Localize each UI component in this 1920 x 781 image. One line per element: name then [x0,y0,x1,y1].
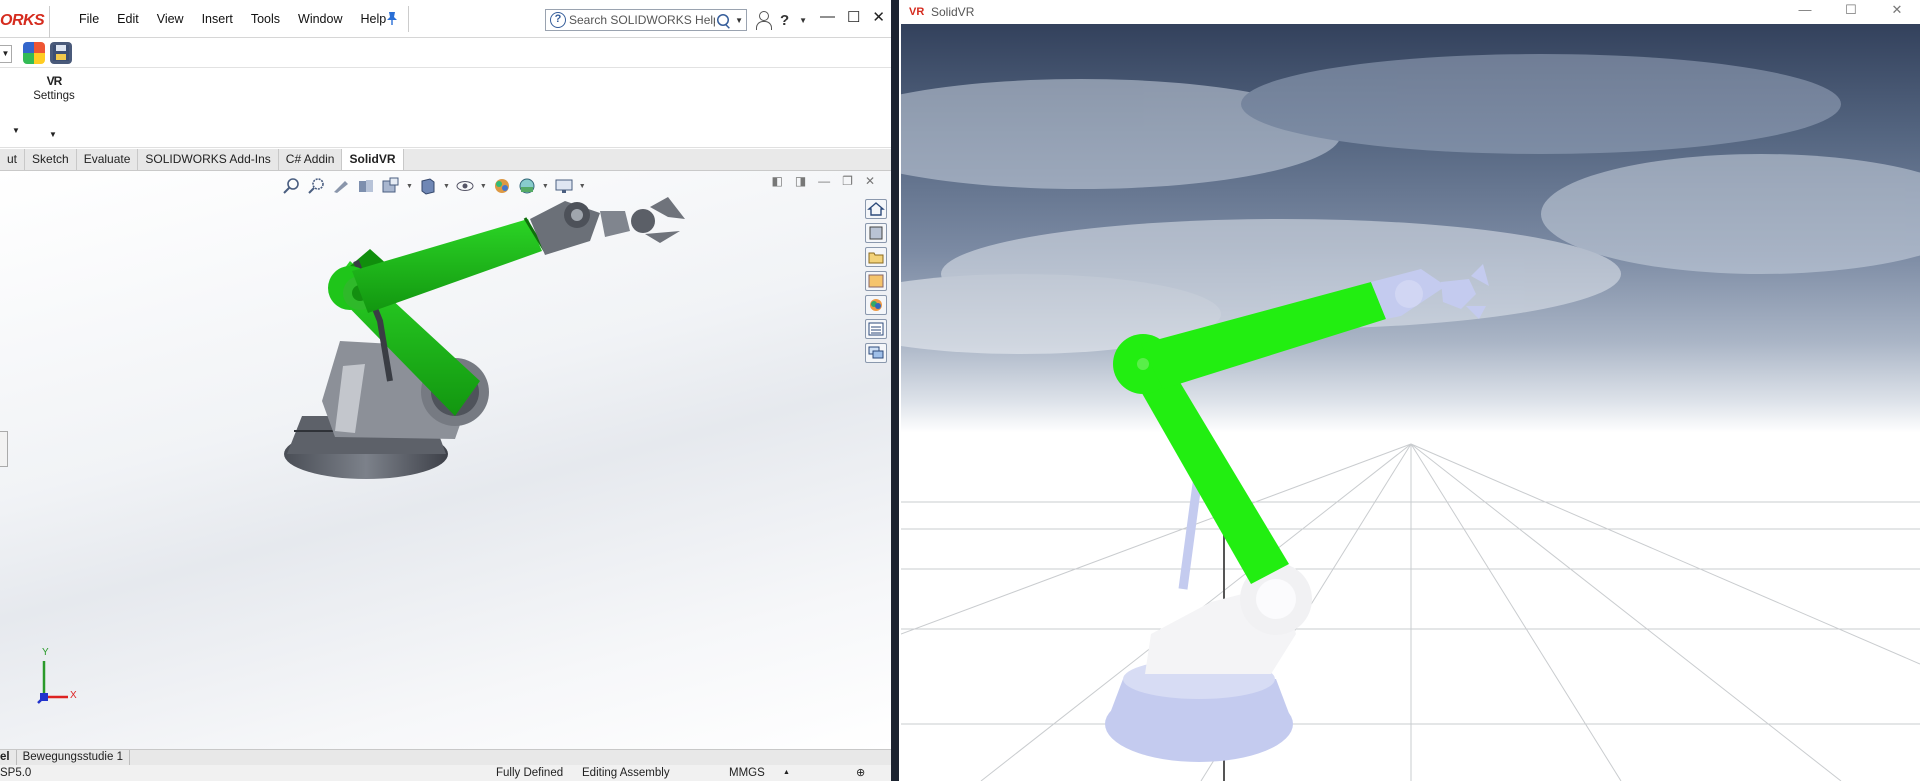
solidvr-title: SolidVR [931,5,975,19]
menu-edit[interactable]: Edit [108,12,148,26]
graphics-area[interactable]: ▼ ▼ ▼ ▼ ▼ ◧ ◨ — ❐ ✕ Y X [0,171,891,749]
tab-solidworks-addins[interactable]: SOLIDWORKS Add-Ins [138,149,279,170]
save-icon[interactable] [50,42,72,64]
solidvr-window-controls: — ☐ ✕ [1782,0,1920,22]
top-right-tools: ? ▼ [756,9,807,31]
tab-features[interactable]: ut [0,149,26,170]
tab-evaluate[interactable]: Evaluate [76,149,139,170]
vr-settings-button[interactable]: VR Settings [28,74,80,102]
help-icon[interactable]: ? [780,12,789,29]
version-label: SP5.0 [0,767,32,779]
minimize-icon[interactable]: — [820,8,835,26]
customize-status-icon[interactable]: ⊕ [856,765,865,781]
solidvr-minimize-icon[interactable]: — [1782,0,1828,22]
menu-bar: ORKS File Edit View Insert Tools Window … [0,0,891,38]
menu-separator [408,6,409,32]
solidvr-maximize-icon[interactable]: ☐ [1828,0,1874,22]
editing-status: Editing Assembly [582,767,670,779]
command-ribbon: VR Settings ▼ ▼ [0,68,891,148]
ribbon-left-dropdown-icon[interactable]: ▼ [12,126,20,135]
user-icon[interactable] [756,11,772,30]
search-help-field[interactable]: ? Search SOLIDWORKS Help ▼ [545,9,747,31]
vr-settings-label: Settings [33,90,75,102]
window-controls: — ☐ ✕ [820,8,885,26]
status-bar: SP5.0 Fully Defined Editing Assembly MMG… [0,765,891,781]
menu-items: File Edit View Insert Tools Window Help [70,0,395,38]
floor-grid [901,443,1920,781]
brand-text: ORKS [0,12,45,29]
tab-solidvr[interactable]: SolidVR [342,149,404,170]
units-dropdown-icon[interactable]: ▲ [783,765,790,781]
solidvr-close-icon[interactable]: ✕ [1874,0,1920,22]
help-question-icon: ? [550,12,566,28]
vr-scene-viewport[interactable] [901,24,1920,781]
tab-model[interactable]: el [0,750,17,765]
command-manager-tabs: ut Sketch Evaluate SOLIDWORKS Add-Ins C#… [0,149,891,171]
triad-y-label: Y [42,647,49,658]
ribbon-dropdown-icon[interactable]: ▼ [49,130,57,139]
solidworks-logo: ORKS [0,6,50,38]
tab-motion-study[interactable]: Bewegungsstudie 1 [17,750,130,765]
definition-status: Fully Defined [496,767,564,779]
solidworks-window: ORKS File Edit View Insert Tools Window … [0,0,893,781]
standard-toolbar: ▼ [0,38,891,68]
units-selector[interactable]: MMGS [729,765,765,781]
pin-icon[interactable] [384,10,400,26]
search-dropdown-icon[interactable]: ▼ [735,16,743,25]
vr-scene [901,54,1920,781]
triad-axes [37,661,68,704]
search-icon[interactable] [717,14,730,26]
robot-arm-model-cad[interactable] [0,171,891,749]
tab-csharp-addin[interactable]: C# Addin [278,149,343,170]
model-tabs: el Bewegungsstudie 1 [0,749,891,765]
menu-window[interactable]: Window [289,12,351,26]
triad-x-label: X [70,690,77,701]
tab-sketch[interactable]: Sketch [25,149,77,170]
menu-tools[interactable]: Tools [242,12,289,26]
vr-settings-icon: VR [46,74,63,88]
appearance-icon[interactable] [23,42,45,64]
solidvr-window: VR SolidVR — ☐ ✕ [899,0,1920,781]
menu-insert[interactable]: Insert [193,12,242,26]
search-placeholder: Search SOLIDWORKS Help [569,13,716,27]
close-icon[interactable]: ✕ [872,8,885,26]
coordinate-triad: Y X [34,647,94,709]
menu-file[interactable]: File [70,12,108,26]
solidvr-title-bar: VR SolidVR — ☐ ✕ [899,0,1920,24]
solidvr-logo-icon: VR [909,6,925,18]
maximize-icon[interactable]: ☐ [847,8,860,26]
toolbar-dropdown-icon[interactable]: ▼ [0,45,12,63]
help-dropdown-icon[interactable]: ▼ [799,16,807,25]
menu-view[interactable]: View [148,12,193,26]
